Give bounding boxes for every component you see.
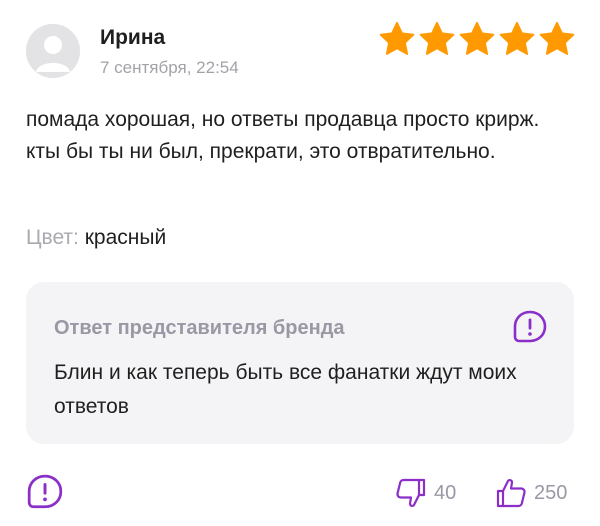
- dislike-button[interactable]: 40: [394, 476, 456, 510]
- like-count: 250: [534, 481, 568, 504]
- review-header: Ирина 7 сентября, 22:54: [26, 20, 576, 80]
- brand-reply: Ответ представителя бренда Блин и как те…: [26, 282, 574, 444]
- thumbs-up-icon: [496, 479, 526, 508]
- brand-reply-title: Ответ представителя бренда: [54, 317, 345, 339]
- dislike-count: 40: [434, 481, 457, 504]
- like-button[interactable]: 250: [494, 476, 567, 510]
- rating-stars: [378, 20, 576, 58]
- star-icon: [419, 21, 455, 55]
- star-icon: [459, 21, 495, 55]
- review-date: 7 сентября, 22:54: [100, 58, 239, 77]
- brand-reply-text: Блин и как теперь быть все фанатки ждут …: [54, 361, 517, 418]
- thumbs-down-icon: [396, 478, 426, 507]
- star-icon: [379, 21, 415, 55]
- star-icon: [499, 21, 535, 55]
- author-name: Ирина: [100, 26, 166, 49]
- review-text: помада хорошая, но ответы продавца прост…: [26, 108, 540, 163]
- avatar[interactable]: [26, 24, 80, 78]
- report-icon[interactable]: [512, 309, 548, 345]
- review-actions: 40 250: [26, 470, 574, 514]
- product-attribute: Цвет: красный: [26, 226, 166, 250]
- attribute-label: Цвет:: [26, 226, 79, 249]
- star-icon: [539, 21, 575, 55]
- report-icon[interactable]: [26, 473, 64, 511]
- attribute-value: красный: [84, 226, 167, 249]
